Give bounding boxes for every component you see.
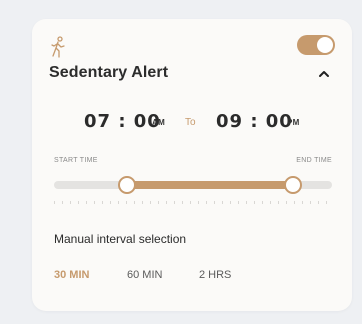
end-time-value[interactable]: 09 : 00 — [216, 111, 293, 132]
card-title: Sedentary Alert — [49, 64, 169, 81]
slider-ticks — [54, 201, 327, 204]
interval-option-2-hrs[interactable]: 2 HRS — [199, 269, 231, 281]
interval-option-30-min[interactable]: 30 MIN — [54, 269, 89, 281]
interval-selection-title: Manual interval selection — [54, 232, 187, 246]
toggle-knob — [317, 37, 333, 53]
start-time-label: START TIME — [54, 157, 98, 164]
page: Sedentary Alert 07 : 00 AM To 09 : 00 PM… — [0, 0, 362, 324]
time-range-fill — [125, 181, 291, 189]
end-time-handle[interactable] — [284, 176, 302, 194]
end-time-label: END TIME — [296, 157, 332, 164]
time-range-row: 07 : 00 AM To 09 : 00 PM — [32, 111, 352, 135]
sedentary-alert-toggle[interactable] — [297, 35, 335, 55]
start-time-value[interactable]: 07 : 00 — [84, 111, 161, 132]
walking-person-icon — [51, 36, 65, 58]
chevron-up-icon[interactable] — [318, 69, 330, 79]
sedentary-alert-card: Sedentary Alert 07 : 00 AM To 09 : 00 PM… — [32, 19, 352, 311]
interval-option-60-min[interactable]: 60 MIN — [127, 269, 162, 281]
time-separator: To — [185, 117, 196, 128]
start-time-period: AM — [152, 118, 166, 127]
end-time-period: PM — [287, 118, 300, 127]
start-time-handle[interactable] — [118, 176, 136, 194]
